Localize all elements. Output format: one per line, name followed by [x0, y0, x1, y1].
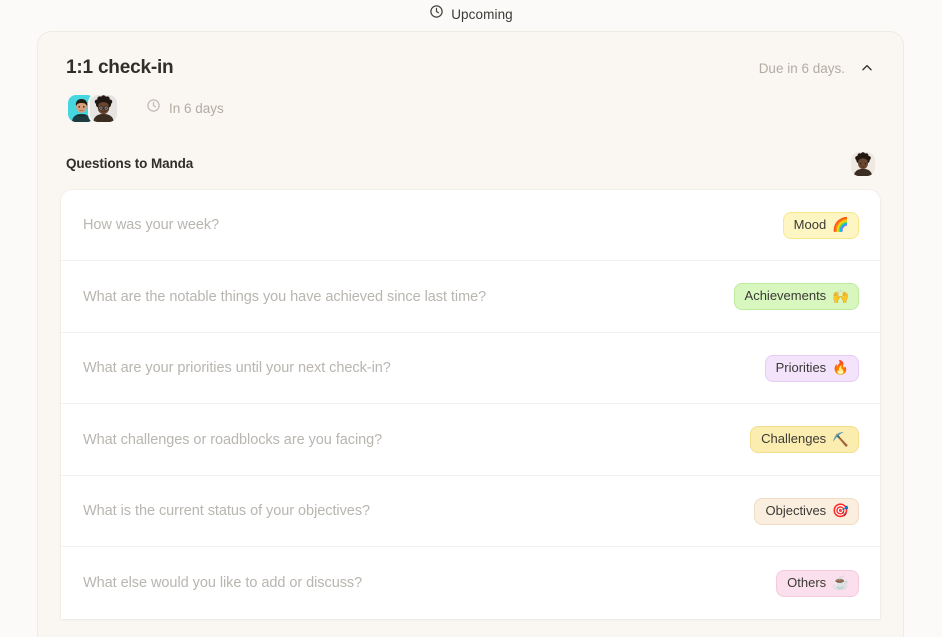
question-row[interactable]: What challenges or roadblocks are you fa…	[61, 404, 880, 476]
tag-label: Achievements	[744, 288, 827, 304]
tag-label: Challenges	[761, 431, 827, 447]
tag-label: Priorities	[775, 359, 827, 375]
page-title: 1:1 check-in	[66, 57, 174, 78]
question-tag[interactable]: Others ☕	[777, 570, 858, 596]
question-row[interactable]: What is the current status of your objec…	[61, 476, 880, 548]
question-row[interactable]: What else would you like to add or discu…	[61, 547, 880, 619]
question-row[interactable]: How was your week? Mood 🌈	[61, 190, 880, 262]
question-tag[interactable]: Challenges ⛏️	[751, 427, 858, 453]
question-text: What challenges or roadblocks are you fa…	[83, 431, 383, 448]
rainbow-icon: 🌈	[832, 217, 849, 233]
due-group: Due in 6 days.	[759, 57, 875, 76]
question-text: What are your priorities until your next…	[83, 360, 391, 377]
clock-icon	[146, 98, 161, 118]
raising-hands-icon: 🙌	[832, 288, 849, 304]
checkin-card: 1:1 check-in Due in 6 days. In 6 days Qu…	[37, 31, 904, 637]
card-title-row: 1:1 check-in Due in 6 days.	[66, 57, 875, 80]
question-row[interactable]: What are your priorities until your next…	[61, 333, 880, 405]
card-header: 1:1 check-in Due in 6 days. In 6 days	[38, 32, 903, 124]
question-tag[interactable]: Mood 🌈	[783, 212, 858, 238]
pickaxe-icon: ⛏️	[832, 431, 849, 447]
participant-avatar-2[interactable]	[88, 92, 119, 124]
card-meta-row: In 6 days	[66, 92, 875, 124]
tag-label: Others	[787, 574, 827, 590]
participant-avatars	[66, 92, 119, 124]
tag-label: Objectives	[765, 502, 827, 518]
questions-list: How was your week? Mood 🌈 What are the n…	[61, 189, 880, 619]
question-text: What else would you like to add or discu…	[83, 575, 363, 592]
question-row[interactable]: What are the notable things you have ach…	[61, 261, 880, 333]
fire-icon: 🔥	[832, 360, 849, 376]
section-title: Questions to Manda	[66, 156, 194, 172]
question-text: What are the notable things you have ach…	[83, 288, 487, 305]
upcoming-status-bar: Upcoming	[0, 0, 942, 28]
due-time-label: In 6 days	[169, 100, 224, 116]
upcoming-label: Upcoming	[451, 6, 513, 22]
coffee-icon: ☕	[832, 575, 849, 591]
due-label: Due in 6 days.	[758, 60, 845, 76]
assignee-avatar[interactable]	[851, 151, 875, 176]
tag-label: Mood	[793, 216, 827, 232]
question-text: How was your week?	[83, 217, 220, 234]
bullseye-icon: 🎯	[832, 503, 849, 519]
question-text: What is the current status of your objec…	[83, 503, 371, 520]
question-tag[interactable]: Objectives 🎯	[755, 498, 858, 524]
clock-icon	[429, 4, 444, 24]
chevron-up-icon[interactable]	[859, 60, 875, 76]
due-time-group: In 6 days	[146, 98, 224, 118]
questions-section-header: Questions to Manda	[38, 150, 903, 178]
question-tag[interactable]: Achievements 🙌	[734, 284, 858, 310]
question-tag[interactable]: Priorities 🔥	[765, 355, 858, 381]
